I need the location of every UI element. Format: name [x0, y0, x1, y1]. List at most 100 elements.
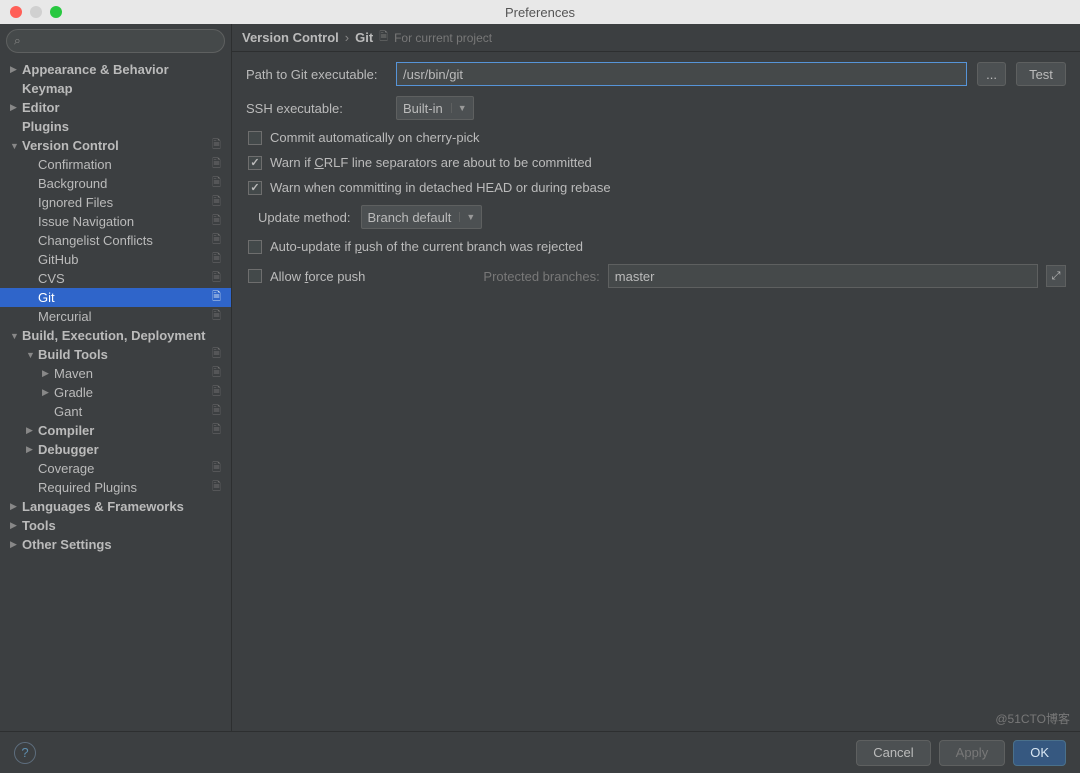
protected-branches-label: Protected branches:: [483, 269, 599, 284]
tree-item-label: Other Settings: [22, 537, 112, 552]
tree-item-label: Background: [38, 176, 107, 191]
breadcrumb: Version Control › Git 🗎 For current proj…: [232, 24, 1080, 52]
breadcrumb-hint: For current project: [394, 31, 492, 45]
tree-item-debugger[interactable]: ▶Debugger: [0, 440, 231, 459]
project-scope-icon: 🗎: [212, 383, 221, 402]
project-scope-icon: 🗎: [212, 288, 221, 307]
dialog-footer: ? Cancel Apply OK: [0, 731, 1080, 773]
tree-item-compiler[interactable]: ▶Compiler🗎: [0, 421, 231, 440]
force-push-checkbox[interactable]: [248, 269, 262, 283]
detached-head-checkbox[interactable]: [248, 181, 262, 195]
tree-item-plugins[interactable]: Plugins: [0, 117, 231, 136]
cancel-button[interactable]: Cancel: [856, 740, 930, 766]
tree-item-issue-navigation[interactable]: Issue Navigation 🗎: [0, 212, 231, 231]
project-scope-icon: 🗎: [212, 174, 221, 193]
ok-button[interactable]: OK: [1013, 740, 1066, 766]
tree-arrow-icon: ▶: [10, 539, 22, 550]
tree-item-label: Compiler: [38, 423, 94, 438]
tree-arrow-icon: ▶: [42, 368, 54, 379]
ssh-value: Built-in: [403, 101, 443, 116]
window-title: Preferences: [505, 5, 575, 20]
tree-item-label: Editor: [22, 100, 60, 115]
tree-item-build-tools[interactable]: ▼Build Tools 🗎: [0, 345, 231, 364]
search-input[interactable]: [6, 29, 225, 53]
tree-item-github[interactable]: GitHub🗎: [0, 250, 231, 269]
chevron-down-icon: ▼: [459, 212, 475, 222]
test-button[interactable]: Test: [1016, 62, 1066, 86]
chevron-down-icon: ▼: [451, 103, 467, 113]
tree-item-label: Coverage: [38, 461, 94, 476]
tree-item-label: Languages & Frameworks: [22, 499, 184, 514]
tree-item-gradle[interactable]: ▶Gradle 🗎: [0, 383, 231, 402]
git-path-input[interactable]: [396, 62, 967, 86]
close-window-button[interactable]: [10, 6, 22, 18]
tree-item-version-control[interactable]: ▼Version Control 🗎: [0, 136, 231, 155]
tree-item-changelist-conflicts[interactable]: Changelist Conflicts🗎: [0, 231, 231, 250]
tree-arrow-icon: ▼: [10, 141, 22, 151]
project-scope-icon: 🗎: [212, 155, 221, 174]
tree-item-editor[interactable]: ▶Editor: [0, 98, 231, 117]
tree-item-mercurial[interactable]: Mercurial🗎: [0, 307, 231, 326]
tree-item-gant[interactable]: Gant 🗎: [0, 402, 231, 421]
tree-item-appearance-behavior[interactable]: ▶Appearance & Behavior: [0, 60, 231, 79]
maximize-window-button[interactable]: [50, 6, 62, 18]
search-icon: ⌕: [14, 34, 21, 49]
expand-field-button[interactable]: ⤢: [1046, 265, 1066, 287]
tree-item-label: Gant: [54, 404, 82, 419]
tree-item-maven[interactable]: ▶Maven🗎: [0, 364, 231, 383]
tree-item-label: Changelist Conflicts: [38, 233, 153, 248]
tree-item-git[interactable]: Git 🗎: [0, 288, 231, 307]
tree-item-confirmation[interactable]: Confirmation🗎: [0, 155, 231, 174]
project-scope-icon: 🗎: [212, 193, 221, 212]
project-scope-icon: 🗎: [212, 364, 221, 383]
project-scope-icon: 🗎: [212, 307, 221, 326]
project-scope-icon: 🗎: [212, 136, 221, 155]
tree-item-label: Build, Execution, Deployment: [22, 328, 205, 343]
tree-item-keymap[interactable]: Keymap: [0, 79, 231, 98]
tree-item-tools[interactable]: ▶Tools: [0, 516, 231, 535]
settings-tree: ▶Appearance & BehaviorKeymap▶EditorPlugi…: [0, 58, 231, 731]
browse-button[interactable]: ...: [977, 62, 1006, 86]
project-scope-icon: 🗎: [212, 421, 221, 440]
tree-arrow-icon: ▶: [42, 387, 54, 398]
project-scope-icon: 🗎: [212, 345, 221, 364]
tree-item-label: Tools: [22, 518, 56, 533]
tree-item-background[interactable]: Background 🗎: [0, 174, 231, 193]
cherry-pick-checkbox[interactable]: [248, 131, 262, 145]
auto-update-checkbox[interactable]: [248, 240, 262, 254]
tree-item-other-settings[interactable]: ▶Other Settings: [0, 535, 231, 554]
tree-item-required-plugins[interactable]: Required Plugins🗎: [0, 478, 231, 497]
tree-item-label: Git: [38, 290, 55, 305]
minimize-window-button[interactable]: [30, 6, 42, 18]
tree-item-label: Required Plugins: [38, 480, 137, 495]
tree-item-label: Ignored Files: [38, 195, 113, 210]
apply-button[interactable]: Apply: [939, 740, 1006, 766]
tree-item-label: Build Tools: [38, 347, 108, 362]
ssh-executable-dropdown[interactable]: Built-in ▼: [396, 96, 474, 120]
tree-item-build-execution-deployment[interactable]: ▼Build, Execution, Deployment: [0, 326, 231, 345]
main-panel: Version Control › Git 🗎 For current proj…: [232, 24, 1080, 731]
traffic-lights: [0, 6, 62, 18]
tree-item-label: Version Control: [22, 138, 119, 153]
tree-arrow-icon: ▼: [26, 350, 38, 360]
tree-arrow-icon: ▶: [10, 102, 22, 113]
project-scope-icon: 🗎: [212, 212, 221, 231]
tree-item-label: Keymap: [22, 81, 73, 96]
tree-item-ignored-files[interactable]: Ignored Files 🗎: [0, 193, 231, 212]
force-push-label: Allow force push: [270, 269, 365, 284]
crlf-warn-checkbox[interactable]: [248, 156, 262, 170]
sidebar: ⌕ ▶Appearance & BehaviorKeymap▶EditorPlu…: [0, 24, 232, 731]
protected-branches-input[interactable]: [608, 264, 1038, 288]
breadcrumb-parent[interactable]: Version Control: [242, 30, 339, 45]
tree-item-cvs[interactable]: CVS🗎: [0, 269, 231, 288]
ssh-label: SSH executable:: [246, 101, 386, 116]
tree-item-label: Appearance & Behavior: [22, 62, 169, 77]
tree-item-coverage[interactable]: Coverage🗎: [0, 459, 231, 478]
tree-item-label: Gradle: [54, 385, 93, 400]
update-method-dropdown[interactable]: Branch default ▼: [361, 205, 483, 229]
project-scope-icon: 🗎: [212, 402, 221, 421]
detached-head-label: Warn when committing in detached HEAD or…: [270, 180, 611, 195]
tree-item-languages-frameworks[interactable]: ▶Languages & Frameworks: [0, 497, 231, 516]
tree-item-label: Issue Navigation: [38, 214, 134, 229]
help-button[interactable]: ?: [14, 742, 36, 764]
